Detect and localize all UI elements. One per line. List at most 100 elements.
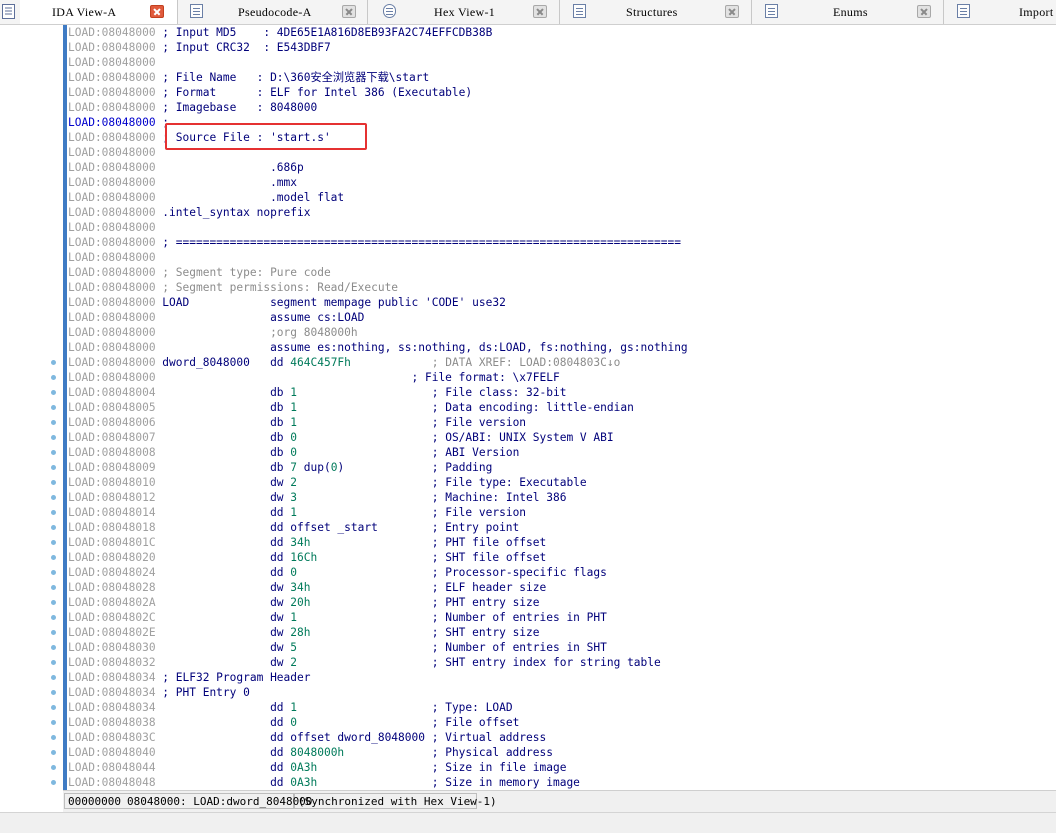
listing-line[interactable]: LOAD:08048000 ; Segment permissions: Rea… <box>68 280 1056 295</box>
listing-line[interactable]: LOAD:08048000 ; Input CRC32 : E543DBF7 <box>68 40 1056 55</box>
breakpoint-marker[interactable] <box>51 525 56 530</box>
line-address: LOAD:08048000 <box>68 236 156 249</box>
listing-line[interactable]: LOAD:08048000 ; Imagebase : 8048000 <box>68 100 1056 115</box>
close-icon[interactable] <box>342 5 356 18</box>
listing-line[interactable]: LOAD:0804802E dw 28h ; SHT entry size <box>68 625 1056 640</box>
close-icon[interactable] <box>533 5 547 18</box>
listing-line[interactable]: LOAD:08048000 ; File Name : D:\360安全浏览器下… <box>68 70 1056 85</box>
listing-line[interactable]: LOAD:08048000 ; ========================… <box>68 235 1056 250</box>
breakpoint-marker[interactable] <box>51 660 56 665</box>
tab-ida-view-a[interactable]: IDA View-A <box>20 0 178 24</box>
listing-line[interactable]: LOAD:08048000 ; Format : ELF for Intel 3… <box>68 85 1056 100</box>
breakpoint-marker[interactable] <box>51 495 56 500</box>
listing-line[interactable]: LOAD:08048000 .686p <box>68 160 1056 175</box>
breakpoint-marker[interactable] <box>51 705 56 710</box>
breakpoint-marker[interactable] <box>51 645 56 650</box>
breakpoint-marker[interactable] <box>51 780 56 785</box>
listing-line[interactable]: LOAD:08048000 ;org 8048000h <box>68 325 1056 340</box>
breakpoint-marker[interactable] <box>51 480 56 485</box>
tab-pseudocode-a[interactable]: Pseudocode-A <box>178 0 368 24</box>
breakpoint-marker[interactable] <box>51 555 56 560</box>
breakpoint-marker[interactable] <box>51 435 56 440</box>
breakpoint-marker[interactable] <box>51 510 56 515</box>
breakpoint-marker[interactable] <box>51 750 56 755</box>
breakpoint-marker[interactable] <box>51 765 56 770</box>
listing-line[interactable]: LOAD:08048028 dw 34h ; ELF header size <box>68 580 1056 595</box>
listing-line[interactable]: LOAD:08048014 dd 1 ; File version <box>68 505 1056 520</box>
listing-line[interactable]: LOAD:08048034 dd 1 ; Type: LOAD <box>68 700 1056 715</box>
line-text: 0A3h <box>290 761 318 774</box>
line-text: .intel_syntax noprefix <box>155 206 311 219</box>
listing-line[interactable]: LOAD:08048000 ; File format: \x7FELF <box>68 370 1056 385</box>
listing-line[interactable]: LOAD:08048012 dw 3 ; Machine: Intel 386 <box>68 490 1056 505</box>
line-address: LOAD:0804803C <box>68 731 156 744</box>
listing-line[interactable]: LOAD:08048000 <box>68 250 1056 265</box>
listing-line[interactable]: LOAD:08048000 <box>68 55 1056 70</box>
breakpoint-marker[interactable] <box>51 465 56 470</box>
close-icon[interactable] <box>725 5 739 18</box>
tab-structures[interactable]: Structures <box>560 0 752 24</box>
listing-line[interactable]: LOAD:08048006 db 1 ; File version <box>68 415 1056 430</box>
breakpoint-marker[interactable] <box>51 390 56 395</box>
listing-line[interactable]: LOAD:0804802A dw 20h ; PHT entry size <box>68 595 1056 610</box>
listing-line[interactable]: LOAD:08048000 ; Segment type: Pure code <box>68 265 1056 280</box>
listing-line[interactable]: LOAD:0804801C dd 34h ; PHT file offset <box>68 535 1056 550</box>
listing-line[interactable]: LOAD:08048000 assume cs:LOAD <box>68 310 1056 325</box>
listing-line[interactable]: LOAD:08048018 dd offset _start ; Entry p… <box>68 520 1056 535</box>
breakpoint-marker[interactable] <box>51 600 56 605</box>
breakpoint-marker[interactable] <box>51 615 56 620</box>
line-text: ; File format: \x7FELF <box>155 371 560 384</box>
breakpoint-marker[interactable] <box>51 450 56 455</box>
listing-line[interactable]: LOAD:08048024 dd 0 ; Processor-specific … <box>68 565 1056 580</box>
tab-label: Import <box>1019 5 1054 19</box>
listing-line[interactable]: LOAD:08048000 .intel_syntax noprefix <box>68 205 1056 220</box>
listing-line[interactable]: LOAD:08048010 dw 2 ; File type: Executab… <box>68 475 1056 490</box>
listing-line[interactable]: LOAD:08048032 dw 2 ; SHT entry index for… <box>68 655 1056 670</box>
listing-line[interactable]: LOAD:08048000 assume es:nothing, ss:noth… <box>68 340 1056 355</box>
line-address: LOAD:08048000 <box>68 146 156 159</box>
breakpoint-marker[interactable] <box>51 690 56 695</box>
listing-line[interactable]: LOAD:08048048 dd 0A3h ; Size in memory i… <box>68 775 1056 790</box>
listing-line[interactable]: LOAD:0804802C dw 1 ; Number of entries i… <box>68 610 1056 625</box>
segment-nav-bar[interactable] <box>63 25 67 790</box>
listing-line[interactable]: LOAD:08048030 dw 5 ; Number of entries i… <box>68 640 1056 655</box>
listing-line[interactable]: LOAD:08048020 dd 16Ch ; SHT file offset <box>68 550 1056 565</box>
tab-enums[interactable]: Enums <box>752 0 944 24</box>
breakpoint-marker[interactable] <box>51 720 56 725</box>
line-address: LOAD:08048006 <box>68 416 156 429</box>
listing-line[interactable]: LOAD:08048034 ; ELF32 Program Header <box>68 670 1056 685</box>
listing-line[interactable]: LOAD:08048005 db 1 ; Data encoding: litt… <box>68 400 1056 415</box>
listing-line[interactable]: LOAD:08048038 dd 0 ; File offset <box>68 715 1056 730</box>
close-icon[interactable] <box>917 5 931 18</box>
listing-line[interactable]: LOAD:08048000 .model flat <box>68 190 1056 205</box>
listing-line[interactable]: LOAD:08048034 ; PHT Entry 0 <box>68 685 1056 700</box>
listing-line[interactable]: LOAD:08048044 dd 0A3h ; Size in file ima… <box>68 760 1056 775</box>
listing-line[interactable]: LOAD:0804803C dd offset dword_8048000 ; … <box>68 730 1056 745</box>
listing-line[interactable]: LOAD:08048004 db 1 ; File class: 32-bit <box>68 385 1056 400</box>
listing-line[interactable]: LOAD:08048000 <box>68 220 1056 235</box>
listing-line[interactable]: LOAD:08048000 ; Input MD5 : 4DE65E1A816D… <box>68 25 1056 40</box>
listing-line[interactable]: LOAD:08048000 .mmx <box>68 175 1056 190</box>
listing-line[interactable]: LOAD:08048009 db 7 dup(0) ; Padding <box>68 460 1056 475</box>
listing-line[interactable]: LOAD:08048040 dd 8048000h ; Physical add… <box>68 745 1056 760</box>
tab-imports[interactable]: Import <box>944 0 1056 24</box>
breakpoint-marker[interactable] <box>51 585 56 590</box>
listing-line[interactable]: LOAD:08048000 dword_8048000 dd 464C457Fh… <box>68 355 1056 370</box>
breakpoint-marker[interactable] <box>51 675 56 680</box>
listing-line[interactable]: LOAD:08048000 LOAD segment mempage publi… <box>68 295 1056 310</box>
breakpoint-marker[interactable] <box>51 540 56 545</box>
breakpoint-marker[interactable] <box>51 570 56 575</box>
tab-hex-view-1[interactable]: Hex View-1 <box>368 0 560 24</box>
close-icon[interactable] <box>150 5 164 18</box>
line-text: 20h <box>290 596 311 609</box>
breakpoint-marker[interactable] <box>51 420 56 425</box>
listing-line[interactable]: LOAD:08048008 db 0 ; ABI Version <box>68 445 1056 460</box>
breakpoint-marker[interactable] <box>51 360 56 365</box>
line-text: ; SHT entry index for string table <box>297 656 661 669</box>
breakpoint-marker[interactable] <box>51 735 56 740</box>
breakpoint-marker[interactable] <box>51 630 56 635</box>
breakpoint-marker[interactable] <box>51 405 56 410</box>
listing-line[interactable]: LOAD:08048007 db 0 ; OS/ABI: UNIX System… <box>68 430 1056 445</box>
line-text: ; SHT file offset <box>317 551 547 564</box>
breakpoint-marker[interactable] <box>51 375 56 380</box>
